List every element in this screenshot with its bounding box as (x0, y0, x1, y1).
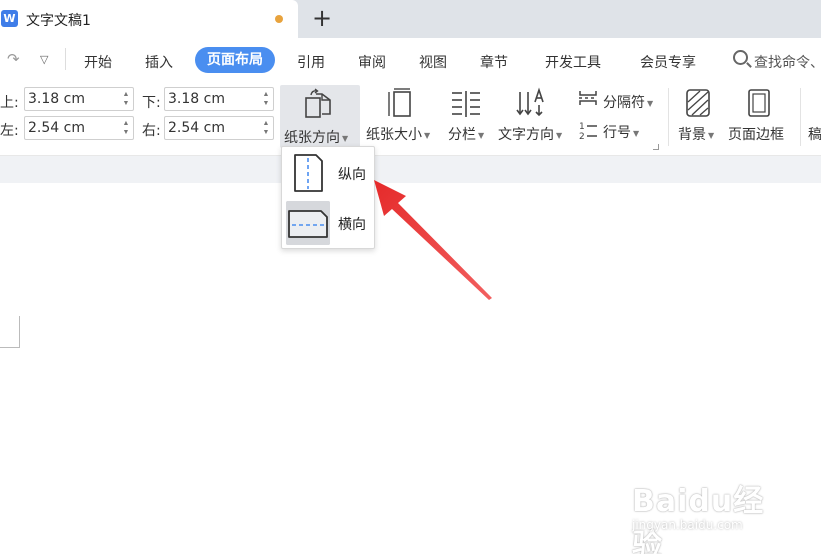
page-border-button[interactable]: 页面边框 (728, 124, 784, 144)
page-margin-corner (0, 316, 20, 348)
page-rotate-icon (305, 88, 331, 118)
baidu-jingyan-watermark: Baidu经验 jingyan.baidu.com (632, 476, 792, 554)
ribbon-cutoff-item[interactable]: 稿 (808, 124, 821, 144)
left-margin-value: 2.54 cm (28, 120, 85, 136)
landscape-page-icon (286, 201, 330, 245)
line-numbers-icon: 1 2 (579, 122, 597, 140)
spin-up-icon[interactable]: ▲ (122, 120, 130, 128)
document-tab[interactable]: W 文字文稿1 (0, 0, 298, 38)
spin-down-icon[interactable]: ▼ (122, 100, 130, 108)
menu-review[interactable]: 审阅 (358, 52, 386, 72)
text-direction-icon (516, 87, 544, 117)
orientation-dropdown: 纵向 横向 (281, 146, 375, 249)
redo-icon[interactable]: ↷ (7, 50, 20, 68)
orientation-button[interactable]: 纸张方向 ▼ (280, 85, 360, 148)
landscape-label: 横向 (338, 217, 366, 233)
orientation-text: 纸张方向 (284, 130, 340, 146)
breaks-text: 分隔符 (603, 95, 645, 111)
search-icon[interactable] (733, 50, 748, 65)
spin-down-icon[interactable]: ▼ (122, 129, 130, 137)
watermark-url: jingyan.baidu.com (632, 518, 743, 532)
orientation-label: 纸张方向 ▼ (284, 127, 348, 147)
text-direction-button[interactable]: 文字方向 ▼ (498, 124, 562, 144)
paper-size-text: 纸张大小 (366, 127, 422, 143)
ribbon-page-layout: 上: 3.18 cm ▲ ▼ 下: 3.18 cm ▲ ▼ 左: 2.54 cm… (0, 82, 821, 155)
background-icon (686, 89, 710, 117)
chevron-down-icon: ▼ (424, 130, 431, 140)
spin-down-icon[interactable]: ▼ (262, 100, 270, 108)
line-numbers-button[interactable]: 行号 ▼ (603, 122, 639, 142)
document-title: 文字文稿1 (26, 13, 91, 29)
columns-text: 分栏 (448, 127, 476, 143)
svg-text:1: 1 (579, 122, 585, 132)
unsaved-indicator-icon (275, 15, 283, 23)
chevron-down-icon: ▼ (708, 130, 715, 140)
menu-view[interactable]: 视图 (419, 52, 447, 72)
paper-size-button[interactable]: 纸张大小 ▼ (366, 124, 430, 144)
right-margin-label: 右: (142, 123, 161, 139)
line-numbers-text: 行号 (603, 125, 631, 141)
chevron-down-icon: ▼ (342, 133, 349, 143)
left-margin-input[interactable]: 2.54 cm ▲ ▼ (24, 116, 134, 140)
bottom-margin-label: 下: (142, 95, 161, 111)
paper-size-icon (388, 88, 411, 117)
breaks-button[interactable]: 分隔符 ▼ (603, 92, 653, 112)
ribbon-divider (668, 88, 669, 146)
chevron-down-icon: ▼ (556, 130, 563, 140)
top-margin-input[interactable]: 3.18 cm ▲ ▼ (24, 87, 134, 111)
new-tab-button[interactable]: + (310, 3, 334, 33)
chevron-down-icon: ▼ (633, 128, 640, 138)
svg-text:2: 2 (579, 132, 585, 140)
columns-icon (452, 91, 480, 117)
bottom-margin-input[interactable]: 3.18 cm ▲ ▼ (164, 87, 274, 111)
tab-bar: W 文字文稿1 + (0, 0, 821, 38)
menu-sections[interactable]: 章节 (480, 52, 508, 72)
chevron-down-icon: ▼ (647, 98, 654, 108)
page-setup-launcher-icon[interactable] (653, 144, 659, 150)
spin-down-icon[interactable]: ▼ (262, 129, 270, 137)
chevron-down-icon[interactable]: ▽ (40, 53, 48, 66)
menu-divider (65, 48, 66, 70)
spin-up-icon[interactable]: ▲ (262, 91, 270, 99)
menu-insert[interactable]: 插入 (145, 52, 173, 72)
orientation-landscape-option[interactable]: 横向 (284, 199, 374, 247)
portrait-page-icon (294, 154, 323, 192)
top-margin-label: 上: (0, 95, 19, 111)
spin-up-icon[interactable]: ▲ (262, 120, 270, 128)
spin-up-icon[interactable]: ▲ (122, 91, 130, 99)
page-break-icon (579, 91, 597, 105)
ribbon-divider (800, 88, 801, 146)
menu-home[interactable]: 开始 (84, 52, 112, 72)
right-margin-value: 2.54 cm (168, 120, 225, 136)
orientation-portrait-option[interactable]: 纵向 (284, 149, 374, 197)
page-border-icon (748, 89, 770, 117)
right-margin-input[interactable]: 2.54 cm ▲ ▼ (164, 116, 274, 140)
wps-writer-logo-icon: W (1, 10, 18, 27)
menu-developer[interactable]: 开发工具 (545, 52, 601, 72)
text-direction-text: 文字方向 (498, 127, 554, 143)
menu-bar: ↷ ▽ 开始 插入 页面布局 引用 审阅 视图 章节 开发工具 会员专享 查找命… (0, 38, 821, 82)
ruler-strip (0, 155, 821, 183)
columns-button[interactable]: 分栏 ▼ (448, 124, 484, 144)
chevron-down-icon: ▼ (478, 130, 485, 140)
menu-member[interactable]: 会员专享 (640, 52, 696, 72)
watermark-logo: Baidu经验 (632, 484, 765, 554)
portrait-label: 纵向 (338, 167, 366, 183)
background-button[interactable]: 背景 ▼ (678, 124, 714, 144)
top-margin-value: 3.18 cm (28, 91, 85, 107)
left-margin-label: 左: (0, 123, 19, 139)
menu-references[interactable]: 引用 (297, 52, 325, 72)
bottom-margin-value: 3.18 cm (168, 91, 225, 107)
menu-page-layout[interactable]: 页面布局 (195, 47, 275, 73)
background-text: 背景 (678, 127, 706, 143)
command-search-input[interactable]: 查找命令、 (754, 52, 821, 72)
